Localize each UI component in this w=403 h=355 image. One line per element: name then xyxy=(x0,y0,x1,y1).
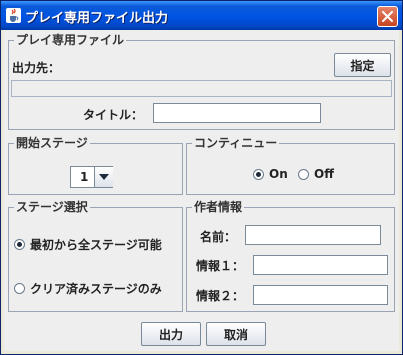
author-info-group-title: 作者情報 xyxy=(192,200,245,214)
start-stage-value: 1 xyxy=(80,170,89,184)
continue-on-label: On xyxy=(269,167,288,181)
radio-selected-icon xyxy=(14,239,25,250)
title-input[interactable] xyxy=(153,103,321,123)
radio-selected-icon xyxy=(253,168,264,180)
info1-input[interactable] xyxy=(253,255,388,275)
java-cup-icon xyxy=(6,8,21,23)
cancel-button[interactable]: 取消 xyxy=(206,322,266,346)
info1-label: 情報１： xyxy=(196,259,245,273)
info2-label: 情報２： xyxy=(196,289,245,303)
info2-input[interactable] xyxy=(253,285,388,305)
output-path-field xyxy=(11,80,392,97)
title-bar[interactable]: プレイ専用ファイル出力 xyxy=(1,1,402,30)
radio-unselected-icon xyxy=(298,168,309,180)
dialog-window: プレイ専用ファイル出力 プレイ専用ファイル 出力先： 指定 タイトル： 開始ステ… xyxy=(0,0,403,355)
all-stages-label: 最初から全ステージ可能 xyxy=(30,238,162,252)
all-stages-radio[interactable]: 最初から全ステージ可能 xyxy=(14,236,162,253)
start-stage-select[interactable]: 1 xyxy=(70,166,113,188)
output-destination-label: 出力先： xyxy=(12,61,61,75)
chevron-down-icon[interactable] xyxy=(94,167,113,187)
close-icon xyxy=(382,11,393,22)
title-label: タイトル： xyxy=(83,108,144,122)
radio-unselected-icon xyxy=(14,283,25,294)
cleared-stages-radio[interactable]: クリア済みステージのみ xyxy=(14,280,162,297)
continue-off-radio[interactable]: Off xyxy=(298,167,334,181)
browse-button[interactable]: 指定 xyxy=(334,53,391,77)
close-button[interactable] xyxy=(377,6,398,27)
output-button[interactable]: 出力 xyxy=(141,322,201,346)
dialog-content: プレイ専用ファイル 出力先： 指定 タイトル： 開始ステージ 1 コンティニュー… xyxy=(4,30,399,351)
continue-group: コンティニュー xyxy=(186,136,395,195)
window-title: プレイ専用ファイル出力 xyxy=(25,11,169,26)
stage-select-group-title: ステージ選択 xyxy=(14,200,90,214)
start-stage-group-title: 開始ステージ xyxy=(14,136,90,150)
continue-off-label: Off xyxy=(314,167,334,181)
continue-group-title: コンティニュー xyxy=(192,136,280,150)
continue-on-radio[interactable]: On xyxy=(253,167,288,181)
cleared-stages-label: クリア済みステージのみ xyxy=(30,282,162,296)
author-name-input[interactable] xyxy=(245,225,381,245)
author-name-label: 名前： xyxy=(200,230,237,244)
output-file-group-title: プレイ専用ファイル xyxy=(14,33,127,47)
